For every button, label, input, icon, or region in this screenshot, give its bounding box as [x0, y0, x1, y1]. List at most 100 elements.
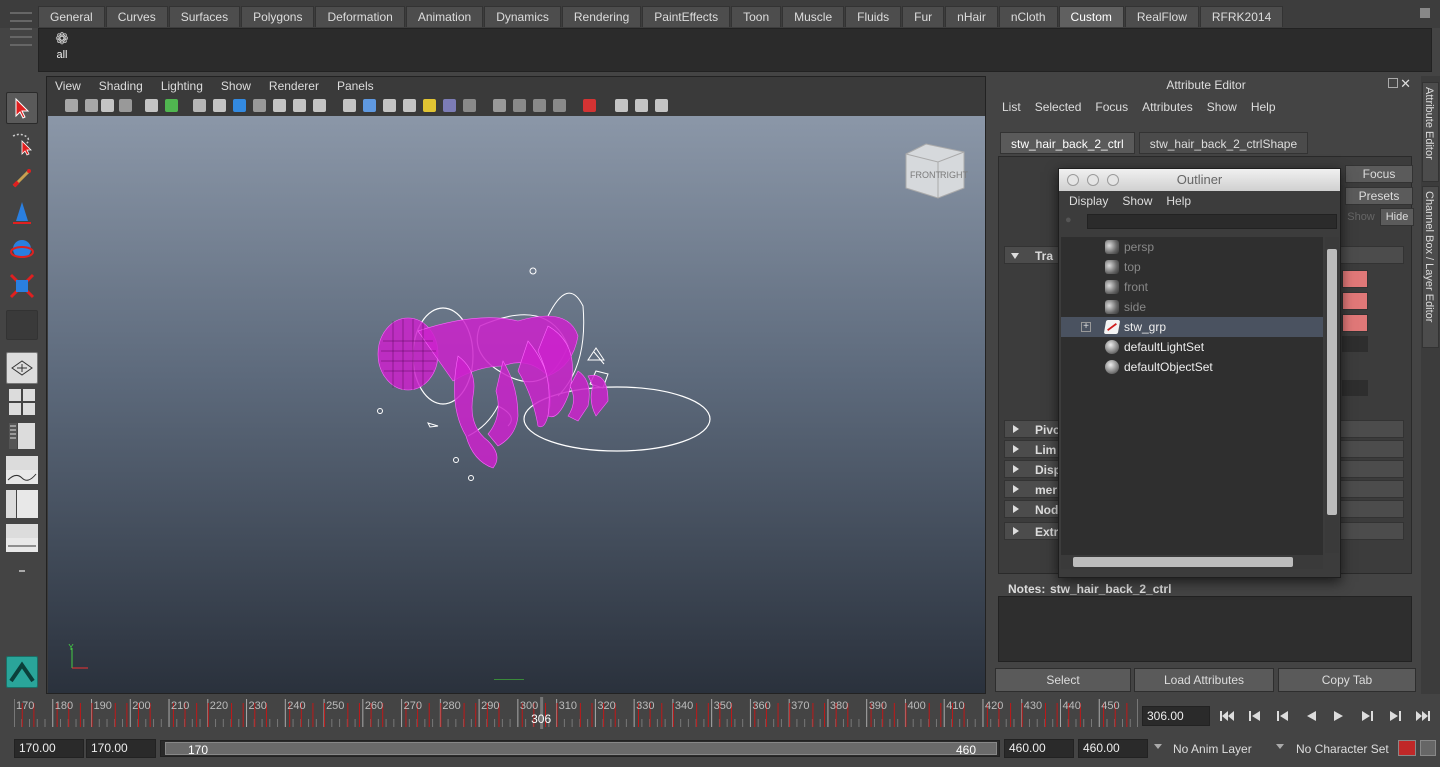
playback-start-field[interactable]: 170.00 [86, 739, 156, 758]
tab-nhair[interactable]: nHair [945, 6, 998, 27]
shelf-menu-icon[interactable] [1420, 8, 1430, 18]
ae-menu-show[interactable]: Show [1207, 98, 1237, 116]
last-tool-icon[interactable] [6, 310, 38, 340]
camera-attr-icon[interactable] [85, 99, 98, 112]
tab-fur[interactable]: Fur [902, 6, 945, 27]
attribute-color-swatch[interactable] [1342, 270, 1368, 288]
tab-muscle[interactable]: Muscle [782, 6, 845, 27]
anim-layer-dropdown[interactable]: No Anim Layer [1173, 741, 1252, 757]
xray-icon[interactable] [463, 99, 476, 112]
chevron-right-icon[interactable] [1013, 505, 1019, 513]
grid-camera-icon[interactable] [145, 99, 158, 112]
notes-field[interactable] [998, 596, 1412, 662]
ambient-occlusion-icon[interactable] [533, 99, 546, 112]
isolate-icon[interactable] [513, 99, 526, 112]
outliner-item[interactable]: persp [1061, 237, 1323, 257]
outliner-titlebar[interactable]: Outliner [1059, 169, 1340, 191]
viewport-menu-view[interactable]: View [55, 77, 91, 95]
presets-button[interactable]: Presets [1345, 187, 1413, 205]
go-to-end-icon[interactable] [1412, 707, 1434, 725]
smooth-shade-icon[interactable] [363, 99, 376, 112]
grid-icon[interactable] [213, 99, 226, 112]
outliner-menu-help[interactable]: Help [1166, 191, 1191, 211]
filter-icon[interactable]: ● [1065, 214, 1081, 229]
textured-icon[interactable] [403, 99, 416, 112]
viewport-menu-show[interactable]: Show [221, 77, 261, 95]
chevron-down-icon[interactable] [1276, 744, 1284, 749]
hypershade-layout-icon[interactable] [6, 488, 38, 520]
gate-mask-icon[interactable] [253, 99, 266, 112]
tab-surfaces[interactable]: Surfaces [168, 6, 241, 27]
scroll-thumb[interactable] [1073, 557, 1293, 567]
chevron-right-icon[interactable] [1013, 527, 1019, 535]
step-forward-icon[interactable] [1384, 707, 1406, 725]
tab-deformation[interactable]: Deformation [315, 6, 405, 27]
tab-ncloth[interactable]: nCloth [998, 6, 1058, 27]
tab-polygons[interactable]: Polygons [241, 6, 315, 27]
go-to-start-icon[interactable] [1216, 707, 1238, 725]
step-back-key-icon[interactable] [1272, 707, 1294, 725]
viewport-menu-lighting[interactable]: Lighting [161, 77, 213, 95]
select-button[interactable]: Select [995, 668, 1131, 692]
ae-menu-list[interactable]: List [1002, 98, 1021, 116]
safe-action-icon[interactable] [293, 99, 306, 112]
antialias-icon[interactable] [553, 99, 566, 112]
isolate-select-icon[interactable] [615, 99, 628, 112]
character-set-dropdown[interactable]: No Character Set [1296, 741, 1389, 757]
select-tool-icon[interactable] [6, 92, 38, 124]
step-forward-key-icon[interactable] [1356, 707, 1378, 725]
ae-menu-attributes[interactable]: Attributes [1142, 98, 1193, 116]
tab-channel-box[interactable]: Channel Box / Layer Editor [1422, 186, 1439, 348]
outliner-layout-icon[interactable] [6, 420, 38, 452]
image-plane-icon[interactable] [119, 99, 132, 112]
tab-toon[interactable]: Toon [731, 6, 782, 27]
attribute-color-swatch[interactable] [1342, 292, 1368, 310]
ae-menu-help[interactable]: Help [1251, 98, 1276, 116]
wireframe-shade-icon[interactable] [343, 99, 356, 112]
play-backwards-icon[interactable] [1300, 707, 1322, 725]
shelf-button-all[interactable]: ❁ all [47, 31, 77, 69]
paint-select-tool-icon[interactable] [6, 162, 38, 194]
more-layouts-icon[interactable] [6, 558, 38, 584]
range-slider[interactable]: 170 460 [160, 740, 1000, 757]
single-perspective-layout-icon[interactable] [6, 352, 38, 384]
tab-custom[interactable]: Custom [1058, 6, 1124, 27]
tab-curves[interactable]: Curves [105, 6, 168, 27]
chevron-right-icon[interactable] [1013, 425, 1019, 433]
scale-tool-icon[interactable] [6, 270, 38, 302]
tab-rfrk2014[interactable]: RFRK2014 [1199, 6, 1284, 27]
viewport-menu-shading[interactable]: Shading [99, 77, 153, 95]
play-forwards-icon[interactable] [1328, 707, 1350, 725]
animation-start-field[interactable]: 170.00 [14, 739, 84, 758]
rotate-tool-icon[interactable] [6, 234, 38, 266]
outliner-item[interactable]: defaultLightSet [1061, 337, 1323, 357]
tab-attribute-editor[interactable]: Attribute Editor [1422, 82, 1439, 182]
tab-dynamics[interactable]: Dynamics [484, 6, 561, 27]
camera-select-icon[interactable] [65, 99, 78, 112]
field-chart-icon[interactable] [273, 99, 286, 112]
load-attributes-button[interactable]: Load Attributes [1134, 668, 1274, 692]
outliner-menu-display[interactable]: Display [1069, 191, 1108, 211]
chevron-right-icon[interactable] [1013, 485, 1019, 493]
chevron-down-icon[interactable] [1011, 253, 1019, 259]
outliner-item[interactable]: side [1061, 297, 1323, 317]
attribute-value-field[interactable] [1342, 380, 1368, 396]
viewport-canvas[interactable]: FRONT RIGHT Y [48, 116, 985, 693]
show-button[interactable]: Show [1345, 208, 1377, 226]
bookmark-icon[interactable] [101, 99, 114, 112]
tab-rendering[interactable]: Rendering [561, 6, 642, 27]
scroll-thumb[interactable] [1327, 249, 1337, 515]
animation-end-field[interactable]: 460.00 [1078, 739, 1148, 758]
scene-objects[interactable] [48, 116, 985, 693]
attribute-color-swatch[interactable] [1342, 314, 1368, 332]
tab-realflow[interactable]: RealFlow [1124, 6, 1199, 27]
frame-icon[interactable] [635, 99, 648, 112]
maya-logo-icon[interactable] [6, 656, 38, 688]
close-icon[interactable]: ✕ [1400, 76, 1411, 92]
focus-button[interactable]: Focus [1345, 165, 1413, 183]
xray-joints-icon[interactable] [493, 99, 506, 112]
outliner-filter-input[interactable] [1087, 214, 1337, 229]
float-panel-icon[interactable] [1388, 78, 1398, 88]
shadows-icon[interactable] [443, 99, 456, 112]
outliner-menu-show[interactable]: Show [1122, 191, 1152, 211]
